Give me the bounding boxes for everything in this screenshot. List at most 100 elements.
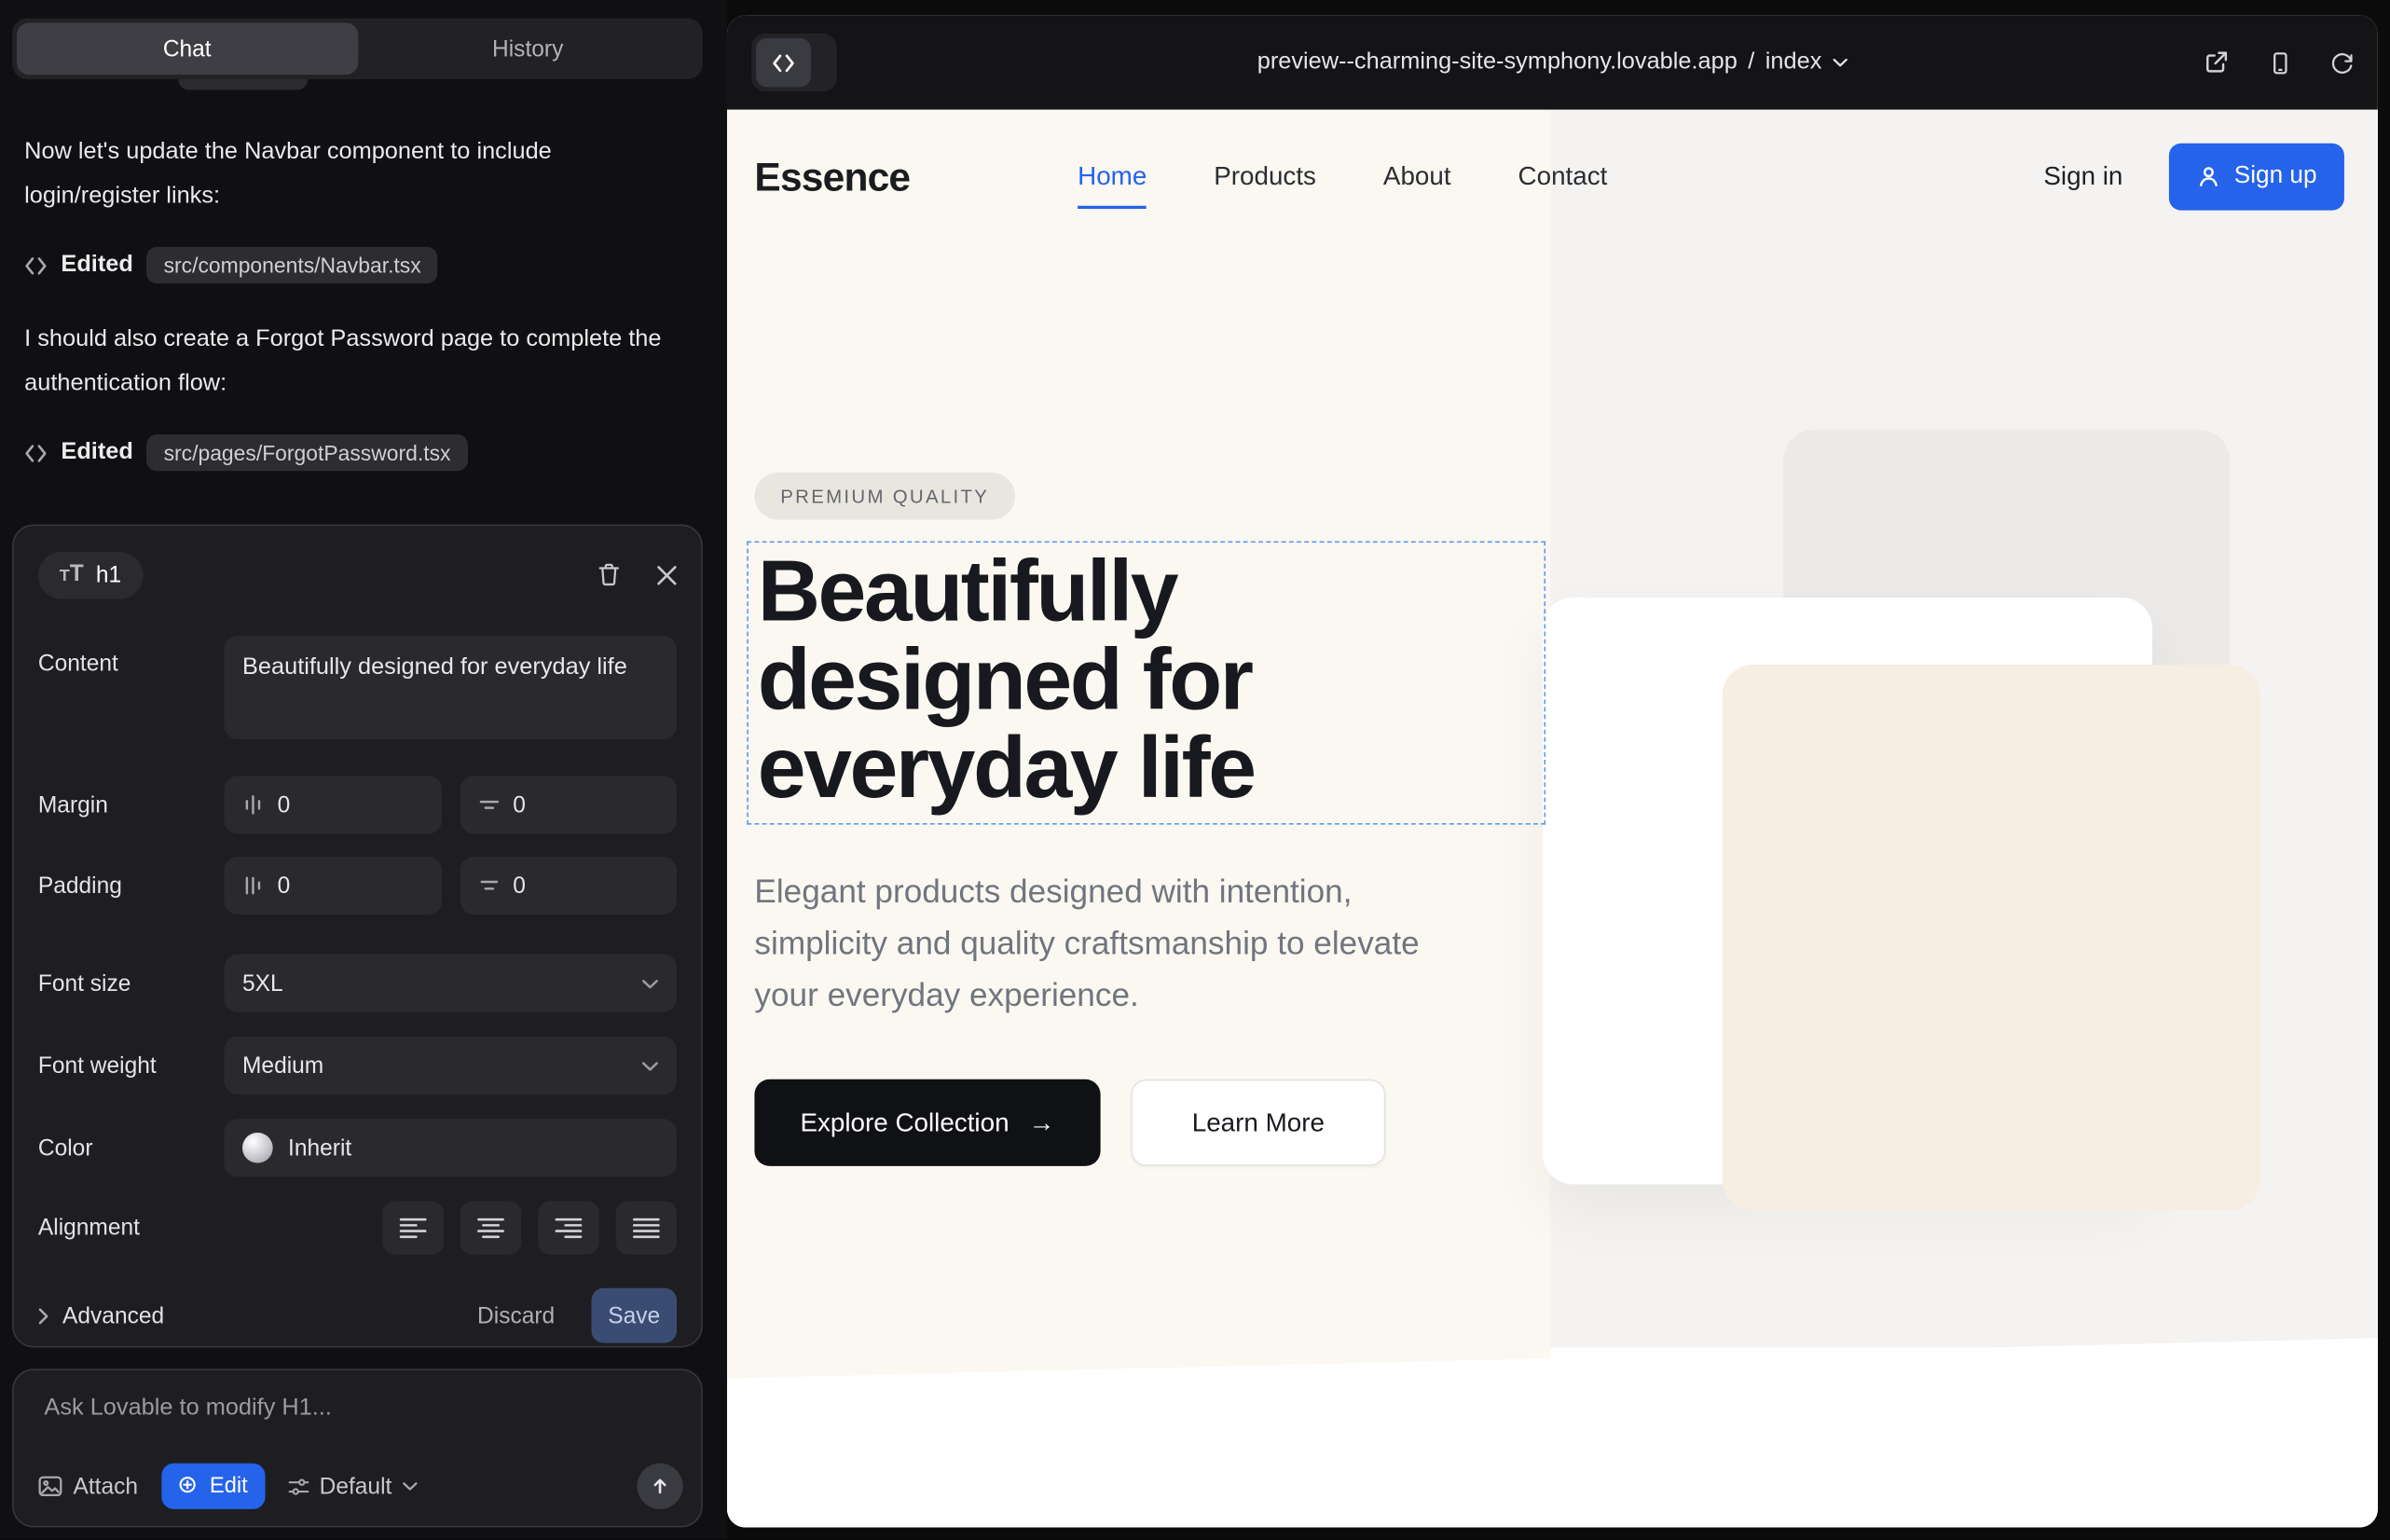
align-justify-button[interactable] bbox=[616, 1202, 677, 1255]
align-left-button[interactable] bbox=[382, 1202, 443, 1255]
tab-history[interactable]: History bbox=[357, 23, 697, 76]
padding-vertical-input[interactable]: 0 bbox=[224, 857, 441, 914]
code-icon bbox=[24, 255, 48, 275]
margin-vertical-value: 0 bbox=[278, 791, 291, 818]
file-chip[interactable]: src/components/Navbar.tsx bbox=[147, 247, 438, 283]
preview-window: preview--charming-site-symphony.lovable.… bbox=[727, 15, 2378, 1527]
arrow-right-icon: → bbox=[1029, 1107, 1055, 1138]
preview-toolbar: preview--charming-site-symphony.lovable.… bbox=[727, 15, 2378, 109]
nav-link-home[interactable]: Home bbox=[1078, 161, 1147, 209]
chat-message: I should also create a Forgot Password p… bbox=[24, 317, 686, 406]
edited-file-row[interactable]: Edited src/pages/ForgotPassword.tsx bbox=[24, 432, 467, 474]
mode-label: Default bbox=[320, 1473, 392, 1499]
code-view-toggle[interactable] bbox=[751, 34, 837, 91]
chevron-down-icon bbox=[1833, 58, 1847, 67]
chat-input[interactable] bbox=[41, 1392, 672, 1456]
hero-headline[interactable]: Beautifully designed for everyday life bbox=[758, 547, 1528, 813]
decorative-beige-card bbox=[1723, 665, 2260, 1210]
margin-vertical-input[interactable]: 0 bbox=[224, 776, 441, 833]
hero-description: Elegant products designed with intention… bbox=[754, 866, 1448, 1022]
element-editor-panel: TT h1 Content Beautifully designed for e… bbox=[12, 525, 703, 1348]
color-swatch bbox=[242, 1133, 273, 1163]
selected-element-badge: TT h1 bbox=[38, 551, 143, 598]
user-icon bbox=[2196, 165, 2220, 189]
site-canvas: Essence Home Products About Contact Sign… bbox=[727, 110, 2378, 1528]
padding-label: Padding bbox=[38, 873, 224, 899]
align-right-button[interactable] bbox=[538, 1202, 598, 1255]
premium-quality-badge: PREMIUM QUALITY bbox=[754, 473, 1015, 520]
align-center-button[interactable] bbox=[460, 1202, 521, 1255]
send-button[interactable] bbox=[638, 1464, 683, 1509]
edit-mode-button[interactable]: Edit bbox=[161, 1464, 265, 1509]
padding-horizontal-input[interactable]: 0 bbox=[460, 857, 677, 914]
scrolled-chip bbox=[178, 79, 308, 89]
close-icon[interactable] bbox=[657, 565, 677, 584]
edited-file-row[interactable]: Edited src/components/Navbar.tsx bbox=[24, 244, 438, 287]
preview-url-dropdown[interactable]: preview--charming-site-symphony.lovable.… bbox=[1257, 48, 1847, 76]
color-label: Color bbox=[38, 1134, 224, 1161]
font-weight-label: Font weight bbox=[38, 1052, 224, 1079]
open-external-icon[interactable] bbox=[2204, 50, 2228, 75]
edited-label: Edited bbox=[61, 252, 132, 279]
typography-icon: TT bbox=[60, 562, 84, 586]
preview-url: preview--charming-site-symphony.lovable.… bbox=[1257, 48, 1738, 76]
margin-horizontal-input[interactable]: 0 bbox=[460, 776, 677, 833]
sliders-icon bbox=[287, 1477, 309, 1496]
tab-chat[interactable]: Chat bbox=[17, 23, 357, 76]
padding-horizontal-icon bbox=[478, 875, 500, 897]
model-default-button[interactable]: Default bbox=[287, 1473, 418, 1499]
chat-panel: Chat History Now let's update the Navbar… bbox=[0, 0, 727, 1540]
trash-icon[interactable] bbox=[598, 562, 621, 586]
margin-horizontal-value: 0 bbox=[513, 791, 526, 818]
save-button[interactable]: Save bbox=[591, 1288, 677, 1343]
sign-up-label: Sign up bbox=[2234, 163, 2317, 190]
chat-message: Now let's update the Navbar component to… bbox=[24, 130, 686, 218]
font-size-select[interactable]: 5XL bbox=[224, 955, 677, 1012]
sign-in-link[interactable]: Sign in bbox=[2043, 161, 2122, 192]
edited-label: Edited bbox=[61, 439, 132, 466]
padding-horizontal-value: 0 bbox=[513, 873, 526, 899]
code-icon bbox=[756, 38, 811, 87]
attach-button[interactable]: Attach bbox=[38, 1473, 138, 1499]
discard-button[interactable]: Discard bbox=[477, 1302, 555, 1328]
attach-label: Attach bbox=[73, 1473, 138, 1499]
learn-more-button[interactable]: Learn More bbox=[1131, 1079, 1385, 1166]
select-cursor-icon bbox=[178, 1476, 199, 1497]
nav-link-about[interactable]: About bbox=[1383, 161, 1451, 192]
font-weight-select[interactable]: Medium bbox=[224, 1037, 677, 1094]
color-select[interactable]: Inherit bbox=[224, 1119, 677, 1176]
image-icon bbox=[38, 1476, 62, 1497]
chevron-down-icon bbox=[403, 1481, 418, 1491]
nav-link-products[interactable]: Products bbox=[1214, 161, 1316, 192]
chevron-down-icon bbox=[641, 1060, 658, 1070]
chevron-right-icon bbox=[38, 1307, 48, 1324]
alignment-label: Alignment bbox=[38, 1215, 224, 1241]
preview-path: index bbox=[1765, 48, 1822, 76]
code-icon bbox=[24, 443, 48, 462]
chat-composer: Attach Edit Default bbox=[12, 1368, 703, 1527]
chevron-down-icon bbox=[641, 978, 658, 988]
content-label: Content bbox=[38, 636, 224, 677]
explore-collection-button[interactable]: Explore Collection → bbox=[754, 1079, 1100, 1166]
refresh-icon[interactable] bbox=[2330, 51, 2354, 75]
margin-vertical-icon bbox=[242, 794, 264, 816]
font-size-value: 5XL bbox=[242, 970, 283, 997]
padding-vertical-icon bbox=[242, 875, 264, 897]
sign-up-button[interactable]: Sign up bbox=[2168, 144, 2343, 211]
url-separator: / bbox=[1748, 48, 1754, 76]
content-input[interactable]: Beautifully designed for everyday life bbox=[224, 636, 677, 739]
editor-header: TT h1 bbox=[38, 547, 677, 602]
advanced-toggle[interactable]: Advanced bbox=[38, 1302, 164, 1328]
padding-vertical-value: 0 bbox=[278, 873, 291, 899]
element-tag-label: h1 bbox=[96, 562, 121, 588]
nav-link-contact[interactable]: Contact bbox=[1518, 161, 1608, 192]
site-logo[interactable]: Essence bbox=[754, 153, 910, 200]
edit-label: Edit bbox=[210, 1474, 248, 1498]
arrow-up-icon bbox=[651, 1478, 669, 1496]
color-value: Inherit bbox=[288, 1134, 351, 1161]
file-chip[interactable]: src/pages/ForgotPassword.tsx bbox=[147, 434, 468, 471]
mobile-view-icon[interactable] bbox=[2268, 51, 2291, 75]
explore-collection-label: Explore Collection bbox=[800, 1107, 1009, 1138]
margin-label: Margin bbox=[38, 791, 224, 818]
site-navbar: Essence Home Products About Contact Sign… bbox=[727, 110, 2378, 244]
